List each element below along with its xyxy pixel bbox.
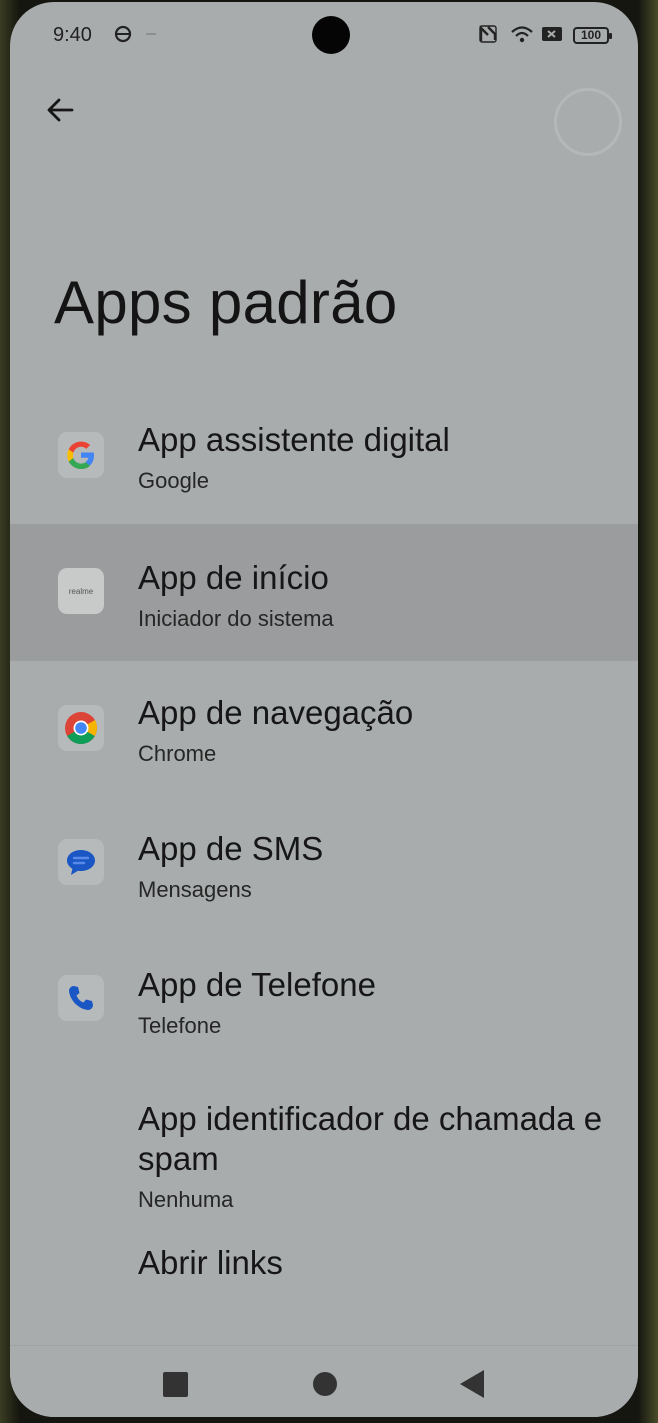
page-title: Apps padrão bbox=[54, 269, 398, 336]
battery-level: 100 bbox=[580, 28, 602, 42]
list-item-sms-app[interactable]: App de SMS Mensagens bbox=[10, 797, 638, 933]
realme-logo-text: realme bbox=[68, 586, 94, 596]
sim-icon bbox=[541, 24, 563, 49]
list-item-open-links[interactable]: Abrir links bbox=[10, 1243, 638, 1339]
row-subtitle: Chrome bbox=[138, 741, 217, 766]
chrome-icon bbox=[58, 705, 104, 751]
floating-ball[interactable] bbox=[554, 88, 622, 156]
default-apps-list: App assistente digital Google realme App… bbox=[10, 388, 638, 1339]
row-title: App identificador de chamada e spam bbox=[138, 1100, 603, 1177]
status-bar: 9:40 100 bbox=[10, 2, 638, 66]
realme-launcher-icon: realme bbox=[58, 568, 104, 614]
battery-icon: 100 bbox=[573, 27, 612, 44]
messages-icon bbox=[58, 839, 104, 885]
row-title: App de SMS bbox=[138, 830, 324, 867]
row-title: App de Telefone bbox=[138, 966, 376, 1003]
row-title: App de início bbox=[138, 559, 329, 596]
front-camera bbox=[312, 16, 350, 54]
row-subtitle: Iniciador do sistema bbox=[138, 606, 334, 631]
navigation-bar bbox=[10, 1345, 638, 1417]
row-title: Abrir links bbox=[138, 1244, 283, 1281]
row-title: App assistente digital bbox=[138, 421, 450, 458]
sync-icon bbox=[113, 24, 133, 49]
nav-back-button[interactable] bbox=[460, 1370, 484, 1398]
recents-button[interactable] bbox=[163, 1372, 188, 1397]
row-subtitle: Mensagens bbox=[138, 877, 252, 902]
arrow-left-icon bbox=[47, 98, 74, 122]
nfc-icon bbox=[478, 24, 498, 49]
phone-icon bbox=[58, 975, 104, 1021]
row-subtitle: Google bbox=[138, 468, 209, 493]
list-item-digital-assistant[interactable]: App assistente digital Google bbox=[10, 388, 638, 524]
list-item-home-app[interactable]: realme App de início Iniciador do sistem… bbox=[10, 524, 638, 661]
google-icon bbox=[58, 432, 104, 478]
phone-screen: 9:40 100 Apps padrão App assistente digi… bbox=[10, 2, 638, 1417]
list-item-browser-app[interactable]: App de navegação Chrome bbox=[10, 661, 638, 797]
back-button[interactable] bbox=[38, 88, 82, 132]
row-title: App de navegação bbox=[138, 694, 414, 731]
dash-icon bbox=[143, 24, 161, 49]
status-time: 9:40 bbox=[53, 24, 92, 46]
row-subtitle: Telefone bbox=[138, 1013, 222, 1038]
list-item-caller-id-app[interactable]: App identificador de chamada e spam Nenh… bbox=[10, 1069, 638, 1243]
home-button[interactable] bbox=[313, 1372, 337, 1396]
wifi-icon bbox=[510, 24, 534, 49]
list-item-phone-app[interactable]: App de Telefone Telefone bbox=[10, 933, 638, 1069]
row-subtitle: Nenhuma bbox=[138, 1187, 234, 1212]
